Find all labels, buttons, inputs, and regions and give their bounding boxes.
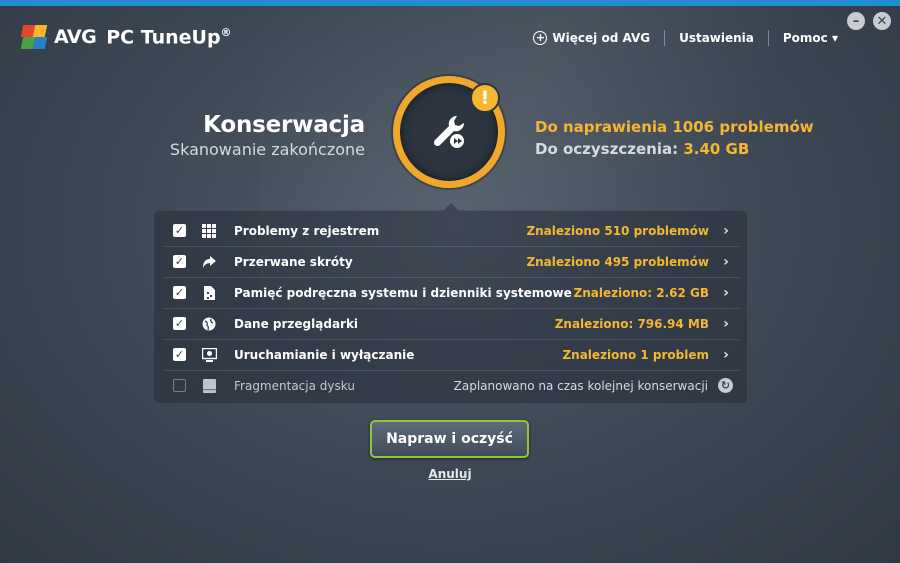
defrag-checkbox[interactable]	[173, 379, 186, 392]
result-label: Problemy z rejestrem	[234, 223, 380, 238]
result-row-system-cache[interactable]: ✓ Pamięć podręczna systemu i dzienniki s…	[164, 277, 739, 309]
registry-checkbox[interactable]: ✓	[173, 224, 186, 237]
result-label: Pamięć podręczna systemu i dzienniki sys…	[234, 285, 572, 300]
system-cache-checkbox[interactable]: ✓	[173, 286, 186, 299]
summary: Do naprawienia 1006 problemów Do oczyszc…	[535, 118, 814, 158]
result-row-startup[interactable]: ✓ Uruchamianie i wyłączanie Znaleziono 1…	[164, 339, 739, 371]
result-label: Dane przeglądarki	[234, 316, 359, 331]
chevron-right-icon[interactable]: ›	[719, 223, 733, 239]
page-title: Konserwacja	[203, 112, 365, 138]
cancel-link[interactable]: Anuluj	[0, 467, 900, 481]
close-button[interactable]: ✕	[873, 12, 891, 30]
close-icon: ✕	[876, 13, 888, 29]
result-status: Znaleziono 510 problemów	[526, 223, 709, 238]
browser-checkbox[interactable]: ✓	[173, 317, 186, 330]
result-row-defrag[interactable]: Fragmentacja dysku Zaplanowano na czas k…	[164, 370, 739, 401]
result-status: Znaleziono 495 problemów	[526, 254, 709, 269]
fix-and-clean-button[interactable]: Napraw i oczyść	[370, 420, 529, 458]
result-status: Zaplanowano na czas kolejnej konserwacji	[453, 378, 708, 393]
refresh-icon[interactable]: ↻	[718, 378, 733, 393]
results-panel: ✓ Problemy z rejestrem Znaleziono 510 pr…	[153, 210, 748, 404]
settings-link[interactable]: Ustawienia	[665, 30, 769, 46]
result-row-registry[interactable]: ✓ Problemy z rejestrem Znaleziono 510 pr…	[164, 215, 739, 247]
top-accent-bar	[0, 0, 900, 6]
chevron-right-icon[interactable]: ›	[719, 285, 733, 301]
startup-checkbox[interactable]: ✓	[173, 348, 186, 361]
system-cache-icon	[201, 285, 217, 301]
maintenance-header: Konserwacja Skanowanie zakończone	[170, 112, 365, 159]
help-menu[interactable]: Pomoc ▾	[769, 30, 838, 46]
shortcut-arrow-icon	[201, 254, 217, 270]
result-row-browser[interactable]: ✓ Dane przeglądarki Znaleziono: 796.94 M…	[164, 308, 739, 340]
browser-globe-icon	[201, 316, 217, 332]
brand-name: AVG	[54, 26, 97, 48]
product-name: PC TuneUp®	[106, 25, 232, 49]
chevron-right-icon[interactable]: ›	[719, 347, 733, 363]
disk-drive-icon	[201, 378, 217, 394]
cleanup-size: Do oczyszczenia: 3.40 GB	[535, 140, 750, 158]
minimize-icon: –	[852, 13, 860, 29]
monitor-startup-icon	[201, 347, 217, 363]
minimize-button[interactable]: –	[847, 12, 865, 30]
result-row-shortcuts[interactable]: ✓ Przerwane skróty Znaleziono 495 proble…	[164, 246, 739, 278]
wrench-icon	[433, 115, 465, 148]
result-status: Znaleziono: 796.94 MB	[554, 316, 709, 331]
scan-status: Skanowanie zakończone	[169, 140, 365, 159]
plus-circle-icon: +	[533, 31, 548, 45]
avg-logo-icon	[20, 24, 48, 50]
warning-badge-icon: !	[470, 83, 500, 113]
chevron-right-icon[interactable]: ›	[719, 316, 733, 332]
result-label: Fragmentacja dysku	[234, 378, 355, 393]
result-label: Uruchamianie i wyłączanie	[234, 347, 415, 362]
chevron-right-icon[interactable]: ›	[719, 254, 733, 270]
shortcuts-checkbox[interactable]: ✓	[173, 255, 186, 268]
result-status: Znaleziono 1 problem	[562, 347, 709, 362]
top-navigation: + Więcej od AVG Ustawienia Pomoc ▾	[519, 30, 838, 46]
app-logo: AVG PC TuneUp®	[20, 24, 232, 50]
registry-grid-icon	[201, 223, 217, 239]
result-label: Przerwane skróty	[234, 254, 353, 269]
result-status: Znaleziono: 2.62 GB	[573, 285, 709, 300]
more-from-avg-link[interactable]: + Więcej od AVG	[519, 30, 666, 46]
problems-count: Do naprawienia 1006 problemów	[535, 118, 814, 136]
